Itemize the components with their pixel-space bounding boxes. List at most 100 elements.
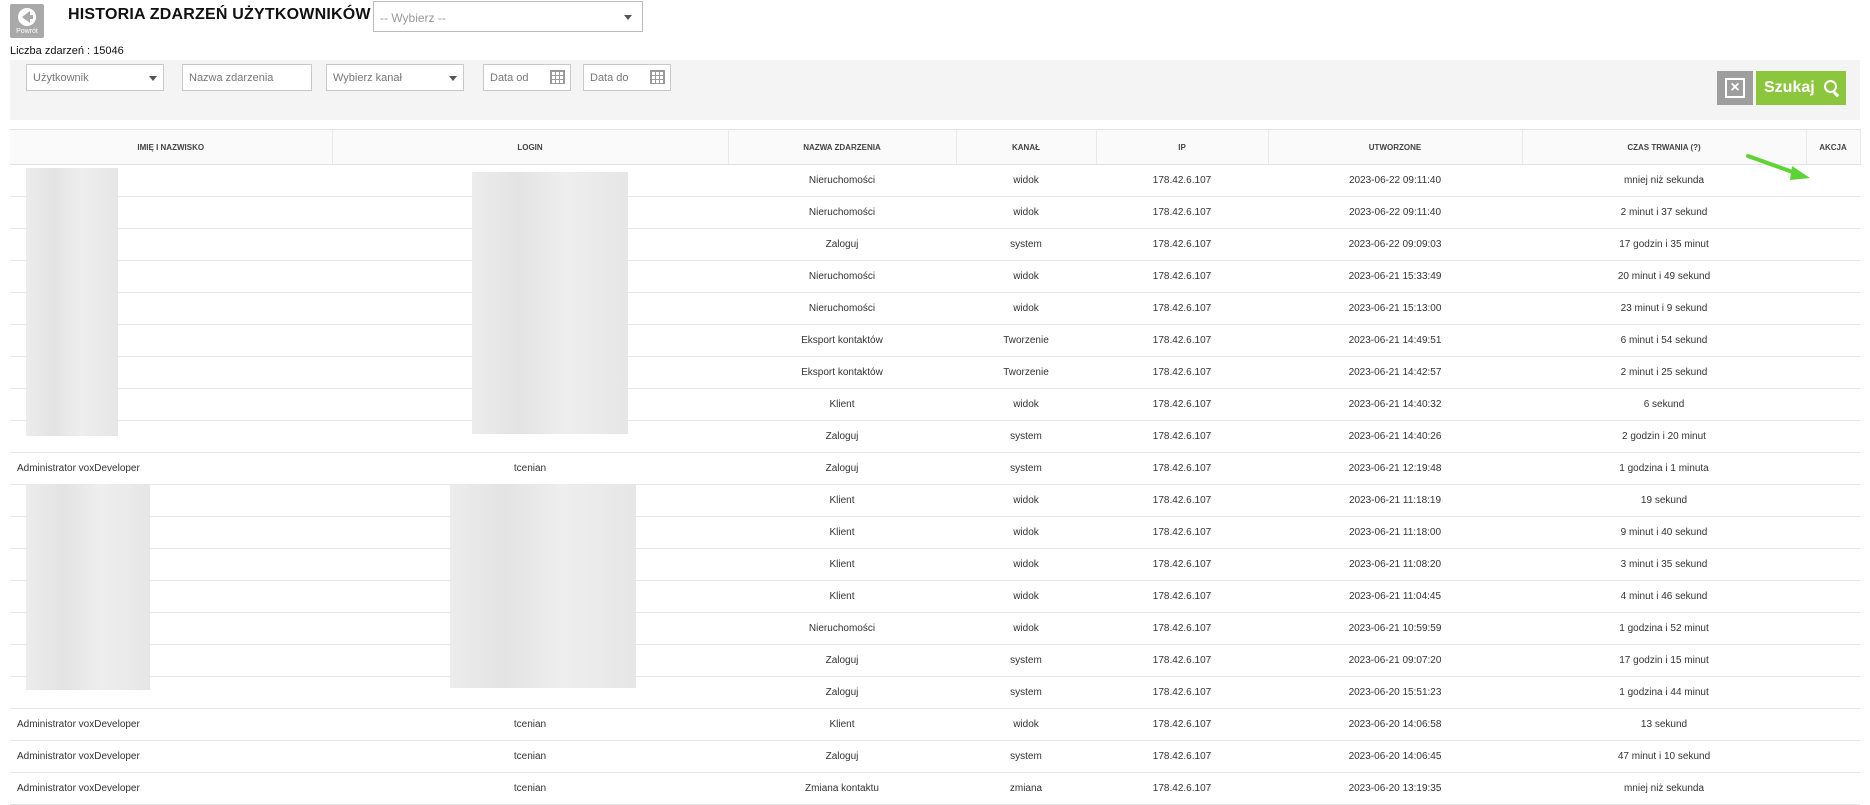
user-select[interactable]: Użytkownik: [26, 64, 164, 91]
cell-channel: widok: [956, 196, 1096, 229]
column-header-ip[interactable]: IP: [1096, 129, 1269, 165]
cell-action: [1806, 356, 1860, 389]
event-name-input[interactable]: Nazwa zdarzenia: [182, 64, 312, 91]
cell-event-name: Nieruchomości: [728, 196, 956, 229]
cell-channel: widok: [956, 548, 1096, 581]
column-header-name[interactable]: IMIĘ I NAZWISKO: [10, 129, 333, 165]
redacted-name-block: [26, 168, 118, 436]
table-row: Administrator voxDeveloper tcenian Klient w…: [10, 708, 1860, 741]
history-type-select-value: -- Wybierz --: [380, 11, 446, 25]
table-row: Nieruchomości widok 178.42.6.107 2023-06-22…: [10, 164, 1860, 197]
cell-action: [1806, 452, 1860, 485]
cell-event-name: Zaloguj: [728, 676, 956, 709]
cell-channel: widok: [956, 292, 1096, 325]
cell-action: [1806, 772, 1860, 805]
back-button[interactable]: Powrót: [10, 4, 44, 38]
cell-created: 2023-06-21 12:19:48: [1268, 452, 1522, 485]
search-button[interactable]: Szukaj: [1756, 71, 1846, 105]
channel-select[interactable]: Wybierz kanał: [326, 64, 464, 91]
table-row: Administrator voxDeveloper tcenian Zaloguj…: [10, 452, 1860, 485]
calendar-icon[interactable]: [550, 70, 565, 84]
cell-duration: 1 godzina i 44 minut: [1522, 676, 1806, 709]
cell-action: [1806, 740, 1860, 773]
page-title: HISTORIA ZDARZEŃ UŻYTKOWNIKÓW: [68, 6, 371, 23]
cell-ip: 178.42.6.107: [1096, 324, 1268, 357]
date-from-placeholder: Data od: [490, 72, 529, 84]
cell-created: 2023-06-21 09:07:20: [1268, 644, 1522, 677]
cell-event-name: Klient: [728, 548, 956, 581]
cell-duration: 3 minut i 35 sekund: [1522, 548, 1806, 581]
cell-ip: 178.42.6.107: [1096, 452, 1268, 485]
cell-duration: 1 godzina i 1 minuta: [1522, 452, 1806, 485]
cell-action: [1806, 164, 1860, 197]
column-header-created[interactable]: UTWORZONE: [1268, 129, 1523, 165]
table-row: Zaloguj system 178.42.6.107 2023-06-21 14:4…: [10, 420, 1860, 453]
cell-ip: 178.42.6.107: [1096, 260, 1268, 293]
clear-filters-button[interactable]: ×: [1717, 71, 1753, 105]
cell-duration: 19 sekund: [1522, 484, 1806, 517]
cell-duration: 20 minut i 49 sekund: [1522, 260, 1806, 293]
cell-duration: 17 godzin i 15 minut: [1522, 644, 1806, 677]
chevron-down-icon: [449, 76, 457, 81]
cell-event-name: Zmiana kontaktu: [728, 772, 956, 805]
cell-event-name: Klient: [728, 708, 956, 741]
cell-duration: 6 minut i 54 sekund: [1522, 324, 1806, 357]
cell-created: 2023-06-21 15:33:49: [1268, 260, 1522, 293]
search-button-label: Szukaj: [1764, 79, 1815, 96]
back-button-label: Powrót: [16, 28, 38, 35]
column-header-login[interactable]: LOGIN: [332, 129, 729, 165]
cell-channel: widok: [956, 260, 1096, 293]
cell-action: [1806, 676, 1860, 709]
cell-duration: 23 minut i 9 sekund: [1522, 292, 1806, 325]
cell-event-name: Klient: [728, 388, 956, 421]
cell-channel: system: [956, 452, 1096, 485]
date-from-input[interactable]: Data od: [483, 64, 571, 91]
cell-event-name: Zaloguj: [728, 228, 956, 261]
table-row: Zaloguj system 178.42.6.107 2023-06-21 09:0…: [10, 644, 1860, 677]
cell-event-name: Zaloguj: [728, 740, 956, 773]
table-row: Klient widok 178.42.6.107 2023-06-21 11:04:…: [10, 580, 1860, 613]
column-header-action: AKCJA: [1806, 129, 1861, 165]
table-row: Zaloguj system 178.42.6.107 2023-06-22 09:0…: [10, 228, 1860, 261]
column-header-event[interactable]: NAZWA ZDARZENIA: [728, 129, 957, 165]
cell-created: 2023-06-21 14:49:51: [1268, 324, 1522, 357]
back-arrow-icon: [18, 8, 36, 26]
table-row: Eksport kontaktów Tworzenie 178.42.6.107 20…: [10, 356, 1860, 389]
cell-created: 2023-06-21 14:40:26: [1268, 420, 1522, 453]
calendar-icon[interactable]: [650, 70, 665, 84]
cell-duration: 4 minut i 46 sekund: [1522, 580, 1806, 613]
cell-created: 2023-06-22 09:09:03: [1268, 228, 1522, 261]
column-header-channel[interactable]: KANAŁ: [956, 129, 1097, 165]
cell-action: [1806, 612, 1860, 645]
cell-ip: 178.42.6.107: [1096, 356, 1268, 389]
redacted-name-block: [26, 484, 150, 690]
table-row: Administrator voxDeveloper tcenian Zmiana …: [10, 772, 1860, 805]
cell-channel: system: [956, 740, 1096, 773]
redacted-login-block: [450, 484, 636, 688]
cell-ip: 178.42.6.107: [1096, 292, 1268, 325]
cell-event-name: Zaloguj: [728, 644, 956, 677]
cell-created: 2023-06-21 11:04:45: [1268, 580, 1522, 613]
cell-ip: 178.42.6.107: [1096, 164, 1268, 197]
cell-created: 2023-06-22 09:11:40: [1268, 164, 1522, 197]
cell-created: 2023-06-21 11:18:19: [1268, 484, 1522, 517]
cell-channel: widok: [956, 484, 1096, 517]
cell-channel: widok: [956, 580, 1096, 613]
redacted-login-block: [472, 172, 628, 434]
table-row: Nieruchomości widok 178.42.6.107 2023-06-22…: [10, 196, 1860, 229]
cell-channel: system: [956, 644, 1096, 677]
cell-action: [1806, 324, 1860, 357]
date-to-input[interactable]: Data do: [583, 64, 671, 91]
history-type-select[interactable]: -- Wybierz --: [373, 1, 643, 32]
cell-duration: 1 godzina i 52 minut: [1522, 612, 1806, 645]
cell-created: 2023-06-20 13:19:35: [1268, 772, 1522, 805]
cell-channel: system: [956, 228, 1096, 261]
cell-created: 2023-06-20 14:06:58: [1268, 708, 1522, 741]
annotation-arrow: [1746, 154, 1810, 180]
cell-ip: 178.42.6.107: [1096, 420, 1268, 453]
cell-login: tcenian: [332, 708, 728, 741]
cell-ip: 178.42.6.107: [1096, 612, 1268, 645]
cell-channel: zmiana: [956, 772, 1096, 805]
cell-ip: 178.42.6.107: [1096, 772, 1268, 805]
cell-created: 2023-06-21 14:42:57: [1268, 356, 1522, 389]
